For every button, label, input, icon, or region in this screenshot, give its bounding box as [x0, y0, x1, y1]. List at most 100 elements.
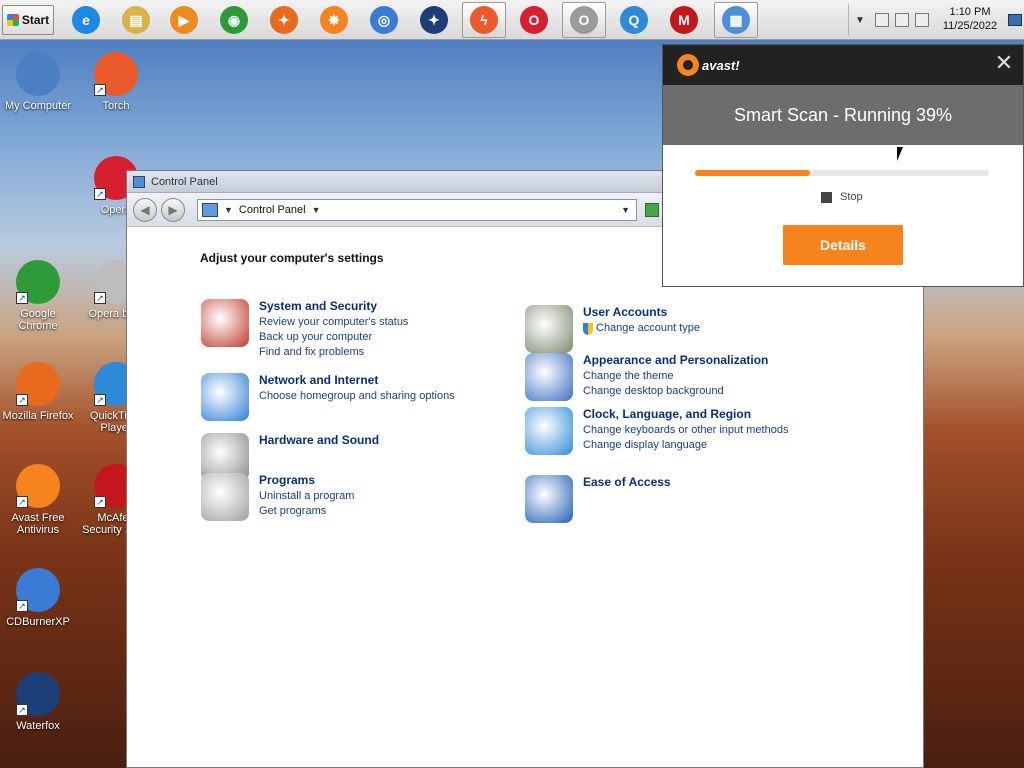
- flag-icon[interactable]: [895, 13, 909, 27]
- category-title[interactable]: Ease of Access: [583, 475, 671, 489]
- category-link-label: Change desktop background: [583, 385, 724, 397]
- desktop-icon-chrome[interactable]: ↗ Google Chrome: [0, 260, 76, 332]
- shortcut-arrow-icon: ↗: [16, 496, 28, 508]
- desktop-icon-avast[interactable]: ↗ Avast Free Antivirus: [0, 464, 76, 536]
- forward-button[interactable]: ▶: [161, 197, 185, 222]
- details-button[interactable]: Details: [783, 225, 903, 265]
- shortcut-arrow-icon: ↗: [94, 84, 106, 96]
- clock-globe-icon[interactable]: [525, 407, 573, 455]
- taskbar-control-panel-button[interactable]: ▦: [714, 2, 758, 38]
- avast-icon: ↗: [16, 464, 60, 508]
- category-title[interactable]: Hardware and Sound: [259, 433, 379, 447]
- avast-logo: avast!: [677, 54, 740, 76]
- scan-status: Smart Scan - Running 39%: [663, 85, 1023, 145]
- desktop-icon-torch[interactable]: ↗ Torch: [78, 52, 154, 112]
- category-title[interactable]: Programs: [259, 473, 354, 487]
- category-appearance-and-personalization: Appearance and Personalization Change the…: [525, 353, 768, 401]
- address-bar[interactable]: ▼ Control Panel ▼ ▼: [197, 198, 637, 221]
- shortcut-arrow-icon: ↗: [16, 394, 28, 406]
- desktop-icon-label: Mozilla Firefox: [2, 410, 74, 422]
- category-link[interactable]: Review your computer's status: [259, 315, 408, 330]
- taskbar: Start e ▤ ▶ ◉ ✦ ✸ ◎ ✦ ϟ O O Q M ▦ ▼ 1:10 PM 11/25/202…: [0, 0, 1024, 40]
- taskbar-cdburner-button[interactable]: ◎: [362, 2, 406, 38]
- taskbar-quicktime-button[interactable]: Q: [612, 2, 656, 38]
- avast-icon: [677, 54, 699, 76]
- category-title[interactable]: System and Security: [259, 299, 408, 313]
- taskbar-avast-button[interactable]: ✸: [312, 2, 356, 38]
- taskbar-chrome-button[interactable]: ◉: [212, 2, 256, 38]
- opera-beta-icon: O: [570, 6, 598, 34]
- ease-of-access-icon[interactable]: [525, 475, 573, 523]
- taskbar-mcafee-button[interactable]: M: [662, 2, 706, 38]
- uac-shield-icon: [583, 322, 593, 335]
- clock-date: 11/25/2022: [942, 20, 998, 32]
- scan-progress-bar: [695, 170, 989, 176]
- taskbar-firefox-button[interactable]: ✦: [262, 2, 306, 38]
- firefox-icon: ✦: [270, 6, 298, 34]
- desktop-icon-cdburner[interactable]: ↗ CDBurnerXP: [0, 568, 76, 628]
- network-icon[interactable]: [875, 13, 889, 27]
- cdburner-icon: ↗: [16, 568, 60, 612]
- users-icon[interactable]: [525, 305, 573, 353]
- refresh-icon[interactable]: [645, 202, 659, 217]
- programs-icon[interactable]: [201, 473, 249, 521]
- control-panel-icon: [133, 175, 145, 188]
- category-link-label: Change keyboards or other input methods: [583, 424, 789, 436]
- taskbar-waterfox-button[interactable]: ✦: [412, 2, 456, 38]
- category-user-accounts: User Accounts Change account type: [525, 305, 700, 353]
- chevron-down-icon[interactable]: ▼: [312, 205, 321, 215]
- torch-icon: ↗: [94, 52, 138, 96]
- clock[interactable]: 1:10 PM 11/25/2022: [935, 5, 1005, 33]
- category-link[interactable]: Uninstall a program: [259, 489, 354, 504]
- my-computer-icon: [16, 52, 60, 96]
- desktop-icon-label: Torch: [102, 100, 130, 112]
- chevron-down-icon[interactable]: ▼: [224, 205, 233, 215]
- category-link-label: Uninstall a program: [259, 490, 355, 502]
- category-link[interactable]: Change keyboards or other input methods: [583, 423, 788, 438]
- volume-icon[interactable]: [915, 13, 929, 27]
- chevron-down-icon[interactable]: ▼: [855, 15, 869, 26]
- back-button[interactable]: ◀: [133, 197, 157, 222]
- category-title[interactable]: Appearance and Personalization: [583, 353, 768, 367]
- category-link[interactable]: Change account type: [583, 321, 700, 336]
- category-link[interactable]: Back up your computer: [259, 330, 408, 345]
- desktop-icon-my-computer[interactable]: My Computer: [0, 52, 76, 112]
- mouse-cursor: [897, 147, 903, 161]
- category-link[interactable]: Choose homegroup and sharing options: [259, 389, 455, 404]
- shield-icon[interactable]: [201, 299, 249, 347]
- category-link-label: Find and fix problems: [259, 346, 365, 358]
- taskbar-opera-beta-button[interactable]: O: [562, 2, 606, 38]
- desktop-icon-label: Avast Free Antivirus: [11, 512, 65, 536]
- category-link[interactable]: Change desktop background: [583, 384, 768, 399]
- opera-icon: O: [520, 6, 548, 34]
- desktop-icon-firefox[interactable]: ↗ Mozilla Firefox: [0, 362, 76, 422]
- network-icon[interactable]: [201, 373, 249, 421]
- desktop-icon-label: CDBurnerXP: [6, 616, 70, 628]
- category-link[interactable]: Change the theme: [583, 369, 768, 384]
- category-clock-language-and-region: Clock, Language, and Region Change keyboa…: [525, 407, 788, 455]
- close-icon[interactable]: ✕: [993, 52, 1015, 75]
- shortcut-arrow-icon: ↗: [16, 704, 28, 716]
- category-title[interactable]: Network and Internet: [259, 373, 455, 387]
- monitor-icon[interactable]: [525, 353, 573, 401]
- taskbar-opera-button[interactable]: O: [512, 2, 556, 38]
- avast-icon: ✸: [320, 6, 348, 34]
- stop-button[interactable]: Stop: [821, 191, 863, 203]
- taskbar-explorer-button[interactable]: ▤: [114, 2, 158, 38]
- avast-brand: avast!: [702, 57, 740, 73]
- shortcut-arrow-icon: ↗: [16, 600, 28, 612]
- taskbar-media-player-button[interactable]: ▶: [162, 2, 206, 38]
- desktop-icon-label: My Computer: [4, 100, 72, 112]
- category-link[interactable]: Change display language: [583, 438, 788, 453]
- start-button[interactable]: Start: [2, 5, 54, 35]
- category-title[interactable]: Clock, Language, and Region: [583, 407, 788, 421]
- desktop-icon-waterfox[interactable]: ↗ Waterfox: [0, 672, 76, 732]
- show-desktop-button[interactable]: [1008, 14, 1022, 26]
- address-history-dropdown[interactable]: ▼: [621, 205, 630, 215]
- category-title[interactable]: User Accounts: [583, 305, 700, 319]
- taskbar-torch-button[interactable]: ϟ: [462, 2, 506, 38]
- category-link[interactable]: Find and fix problems: [259, 345, 408, 360]
- category-link[interactable]: Get programs: [259, 504, 354, 519]
- taskbar-ie-button[interactable]: e: [64, 2, 108, 38]
- breadcrumb[interactable]: Control Panel: [239, 204, 306, 216]
